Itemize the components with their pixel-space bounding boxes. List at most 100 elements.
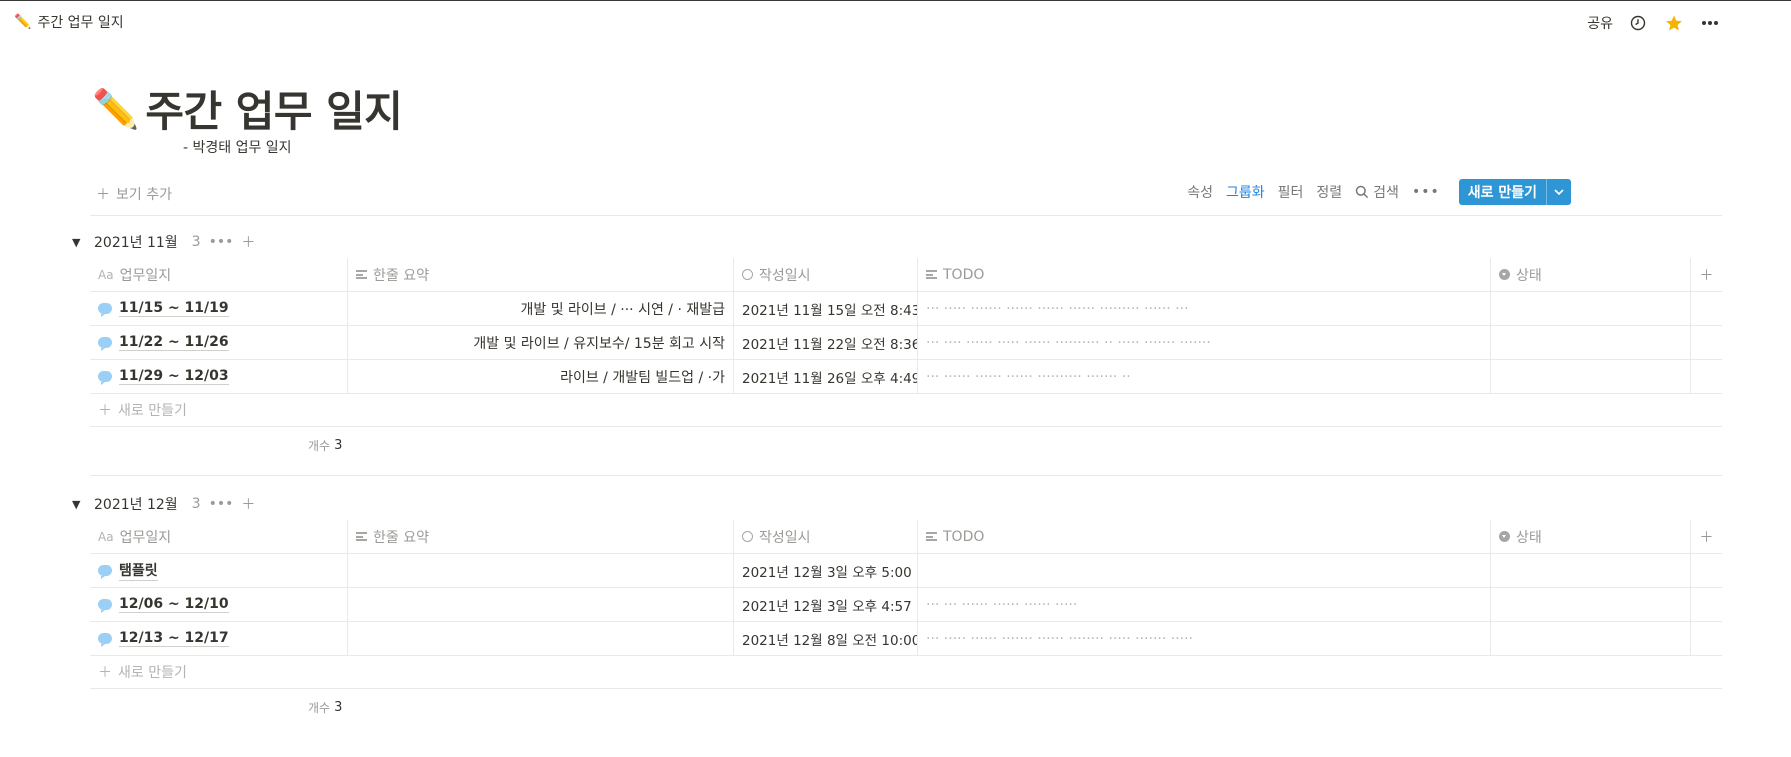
- add-view-button[interactable]: ＋ 보기 추가: [96, 184, 172, 204]
- todo-cell[interactable]: ··· ···· ······ ····· ······ ·········· …: [918, 326, 1491, 359]
- created-cell[interactable]: 2021년 12월 3일 오후 4:57: [734, 588, 918, 621]
- view-toolbar: 속성 그룹화 필터 정렬 검색 ••• 새로 만들기: [1187, 179, 1571, 205]
- todo-cell[interactable]: [918, 554, 1491, 587]
- sort-button[interactable]: 정렬: [1316, 182, 1342, 202]
- summary-cell[interactable]: 개발 및 라이브 / 유지보수/ 15분 회고 시작: [348, 326, 734, 359]
- group-count: 3: [191, 234, 201, 250]
- summary-cell[interactable]: [348, 554, 734, 587]
- text-lines-icon: [356, 532, 367, 541]
- select-icon: [1499, 269, 1510, 280]
- created-cell[interactable]: 2021년 12월 3일 오후 5:00: [734, 554, 918, 587]
- title-cell[interactable]: 탬플릿: [90, 554, 348, 587]
- filter-button[interactable]: 필터: [1278, 182, 1304, 202]
- speech-bubble-icon: [98, 337, 112, 351]
- speech-bubble-icon: [98, 303, 112, 317]
- row-end: [1691, 326, 1722, 359]
- pencil-icon[interactable]: ✏️: [92, 90, 139, 128]
- group-name: 2021년 11월: [94, 235, 178, 251]
- count-footer[interactable]: 개수 3: [90, 689, 1722, 725]
- plus-icon: ＋: [98, 665, 112, 681]
- column-header-title[interactable]: Aa 업무일지: [90, 520, 348, 553]
- created-cell[interactable]: 2021년 12월 8일 오전 10:00: [734, 622, 918, 655]
- column-header-todo[interactable]: TODO: [918, 520, 1491, 553]
- new-button[interactable]: 새로 만들기: [1458, 179, 1571, 205]
- group-add-icon[interactable]: ＋: [241, 494, 255, 514]
- group-name: 2021년 12월: [94, 497, 178, 513]
- title-cell[interactable]: 11/22 ~ 11/26: [90, 326, 348, 359]
- column-header-title[interactable]: Aa 업무일지: [90, 258, 348, 291]
- created-cell[interactable]: 2021년 11월 26일 오후 4:49: [734, 360, 918, 393]
- text-aa-icon: Aa: [98, 529, 114, 544]
- summary-cell[interactable]: [348, 588, 734, 621]
- table-row[interactable]: 12/06 ~ 12/10 2021년 12월 3일 오후 4:57 ··· ·…: [90, 588, 1722, 622]
- top-actions: 공유: [1587, 12, 1721, 34]
- created-cell[interactable]: 2021년 11월 15일 오전 8:43: [734, 292, 918, 325]
- text-lines-icon: [926, 532, 937, 541]
- summary-cell[interactable]: 라이브 / 개발팀 빌드업 / ·가: [348, 360, 734, 393]
- speech-bubble-icon: [98, 633, 112, 647]
- table-row[interactable]: 12/13 ~ 12/17 2021년 12월 8일 오전 10:00 ··· …: [90, 622, 1722, 656]
- count-value: 3: [334, 699, 343, 715]
- group-button[interactable]: 그룹화: [1226, 182, 1265, 202]
- star-icon[interactable]: [1663, 12, 1685, 34]
- status-cell[interactable]: [1491, 326, 1691, 359]
- table-november: Aa 업무일지 한줄 요약 작성일시 TODO 상태 ＋ 11/15 ~ 11/1…: [90, 258, 1722, 463]
- row-end: [1691, 588, 1722, 621]
- title-cell[interactable]: 11/29 ~ 12/03: [90, 360, 348, 393]
- status-cell[interactable]: [1491, 292, 1691, 325]
- column-header-status[interactable]: 상태: [1491, 520, 1691, 553]
- status-cell[interactable]: [1491, 554, 1691, 587]
- toggle-triangle-icon[interactable]: ▼: [72, 236, 86, 249]
- speech-bubble-icon: [98, 599, 112, 613]
- chevron-down-icon[interactable]: [1546, 179, 1571, 205]
- column-header-summary[interactable]: 한줄 요약: [348, 258, 734, 291]
- search-button[interactable]: 검색: [1355, 182, 1399, 202]
- new-row-button[interactable]: ＋ 새로 만들기: [90, 394, 1722, 427]
- more-icon[interactable]: [1699, 12, 1721, 34]
- table-row[interactable]: 11/22 ~ 11/26 개발 및 라이브 / 유지보수/ 15분 회고 시작…: [90, 326, 1722, 360]
- table-row[interactable]: 탬플릿 2021년 12월 3일 오후 5:00: [90, 554, 1722, 588]
- add-column-icon[interactable]: ＋: [1691, 258, 1722, 291]
- view-more-icon[interactable]: •••: [1412, 184, 1440, 200]
- count-footer[interactable]: 개수 3: [90, 427, 1722, 463]
- share-button[interactable]: 공유: [1587, 13, 1613, 33]
- table-row[interactable]: 11/15 ~ 11/19 개발 및 라이브 / ··· 시연 / · 재발급 …: [90, 292, 1722, 326]
- todo-cell[interactable]: ··· ······ ······ ······ ·········· ····…: [918, 360, 1491, 393]
- plus-icon: ＋: [96, 187, 110, 203]
- todo-cell[interactable]: ··· ····· ······· ······ ······ ······ ·…: [918, 292, 1491, 325]
- new-button-label[interactable]: 새로 만들기: [1459, 179, 1546, 205]
- column-header-created[interactable]: 작성일시: [734, 258, 918, 291]
- breadcrumb[interactable]: ✏️ 주간 업무 일지: [14, 12, 124, 32]
- count-label: 개수: [308, 438, 331, 453]
- add-view-label: 보기 추가: [116, 187, 172, 203]
- summary-cell[interactable]: 개발 및 라이브 / ··· 시연 / · 재발급: [348, 292, 734, 325]
- group-more-icon[interactable]: •••: [209, 234, 234, 250]
- column-header-summary[interactable]: 한줄 요약: [348, 520, 734, 553]
- new-row-button[interactable]: ＋ 새로 만들기: [90, 656, 1722, 689]
- status-cell[interactable]: [1491, 588, 1691, 621]
- column-header-status[interactable]: 상태: [1491, 258, 1691, 291]
- title-cell[interactable]: 12/13 ~ 12/17: [90, 622, 348, 655]
- toggle-triangle-icon[interactable]: ▼: [72, 498, 86, 511]
- count-value: 3: [334, 437, 343, 453]
- summary-cell[interactable]: [348, 622, 734, 655]
- status-cell[interactable]: [1491, 622, 1691, 655]
- created-cell[interactable]: 2021년 11월 22일 오전 8:36: [734, 326, 918, 359]
- group-add-icon[interactable]: ＋: [241, 232, 255, 252]
- clock-icon[interactable]: [1627, 12, 1649, 34]
- column-header-todo[interactable]: TODO: [918, 258, 1491, 291]
- todo-cell[interactable]: ··· ····· ······ ······· ······ ········…: [918, 622, 1491, 655]
- title-cell[interactable]: 12/06 ~ 12/10: [90, 588, 348, 621]
- window-top-border: [0, 0, 1791, 1]
- speech-bubble-icon: [98, 565, 112, 579]
- table-header: Aa 업무일지 한줄 요약 작성일시 TODO 상태 ＋: [90, 520, 1722, 554]
- group-more-icon[interactable]: •••: [209, 496, 234, 512]
- page-title[interactable]: 주간 업무 일지: [145, 78, 403, 139]
- status-cell[interactable]: [1491, 360, 1691, 393]
- title-cell[interactable]: 11/15 ~ 11/19: [90, 292, 348, 325]
- add-column-icon[interactable]: ＋: [1691, 520, 1722, 553]
- properties-button[interactable]: 속성: [1187, 182, 1213, 202]
- todo-cell[interactable]: ··· ··· ······ ······ ······ ·····: [918, 588, 1491, 621]
- column-header-created[interactable]: 작성일시: [734, 520, 918, 553]
- table-row[interactable]: 11/29 ~ 12/03 라이브 / 개발팀 빌드업 / ·가 2021년 1…: [90, 360, 1722, 394]
